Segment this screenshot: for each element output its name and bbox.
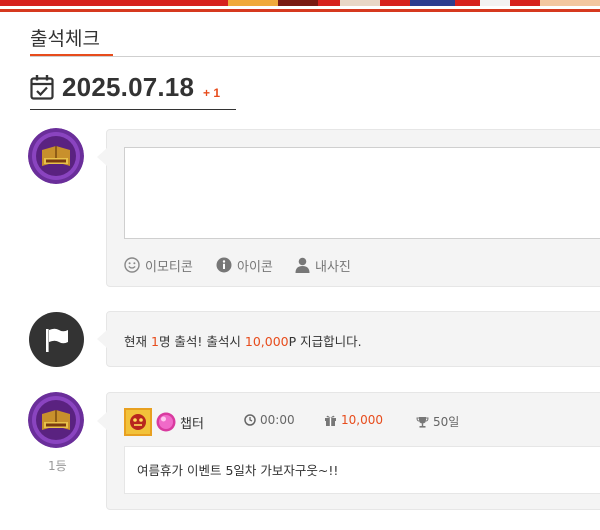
trophy-icon — [416, 416, 429, 428]
bubble-arrow — [97, 330, 107, 348]
points-text: 10,000 — [341, 413, 383, 427]
notice-suffix: P 지급합니다. — [288, 334, 362, 349]
avatar — [28, 128, 84, 184]
days-text: 50일 — [433, 415, 460, 429]
entry-time: 00:00 — [244, 413, 295, 427]
clock-icon — [244, 414, 256, 426]
banner-orange-line — [0, 9, 600, 12]
flag-icon — [46, 328, 68, 352]
icon-label: 아이콘 — [237, 259, 273, 275]
smiley-icon — [124, 257, 140, 273]
banner-image-slice — [340, 0, 380, 6]
entry-days: 50일 — [416, 413, 459, 430]
info-icon — [216, 257, 232, 273]
emoticon-label: 이모티콘 — [145, 259, 193, 275]
banner-image-slice — [410, 0, 455, 6]
notice-middle: 명 출석! 출석시 — [158, 334, 245, 349]
banner-image-slice — [278, 0, 318, 6]
page-title: 출석체크 — [30, 28, 100, 50]
top-banner — [0, 0, 600, 12]
bubble-arrow — [97, 148, 107, 166]
entry-comment: 여름휴가 이벤트 5일차 가보자구웃~!! — [137, 463, 339, 478]
gift-icon — [325, 415, 336, 426]
comment-textarea[interactable] — [124, 147, 600, 239]
reward-points: 10,000 — [244, 334, 289, 349]
entry-nickname[interactable]: 챕터 — [180, 413, 204, 432]
attendance-notice: 현재 1명 출석! 출석시 10,000P 지급합니다. — [124, 331, 362, 350]
notice-prefix: 현재 — [124, 334, 151, 349]
banner-image-slice — [480, 0, 510, 6]
date-selector[interactable]: 2025.07.18 + 1 — [30, 72, 236, 110]
notice-avatar — [29, 312, 84, 367]
current-date: 2025.07.18 — [62, 72, 195, 102]
calendar-check-icon — [30, 75, 54, 100]
time-text: 00:00 — [260, 413, 295, 427]
my-photo-label: 내사진 — [315, 259, 351, 275]
bubble-arrow — [97, 412, 107, 430]
emoticon-button[interactable]: 이모티콘 — [124, 255, 193, 275]
entry-points: 10,000 — [324, 413, 383, 427]
attendee-count: 1 — [150, 334, 159, 349]
entry-rank: 1등 — [48, 459, 67, 473]
level-badge-icon — [124, 408, 152, 436]
entry-avatar — [28, 392, 84, 448]
banner-image-slice — [540, 0, 600, 6]
gem-icon — [156, 412, 176, 432]
nickname-text: 챕터 — [180, 417, 204, 432]
attendance-delta: + 1 — [203, 86, 221, 100]
user-icon — [295, 257, 310, 273]
icon-button[interactable]: 아이콘 — [216, 255, 273, 275]
my-photo-button[interactable]: 내사진 — [295, 255, 351, 275]
banner-image-slice — [228, 0, 278, 6]
title-divider — [30, 56, 600, 57]
